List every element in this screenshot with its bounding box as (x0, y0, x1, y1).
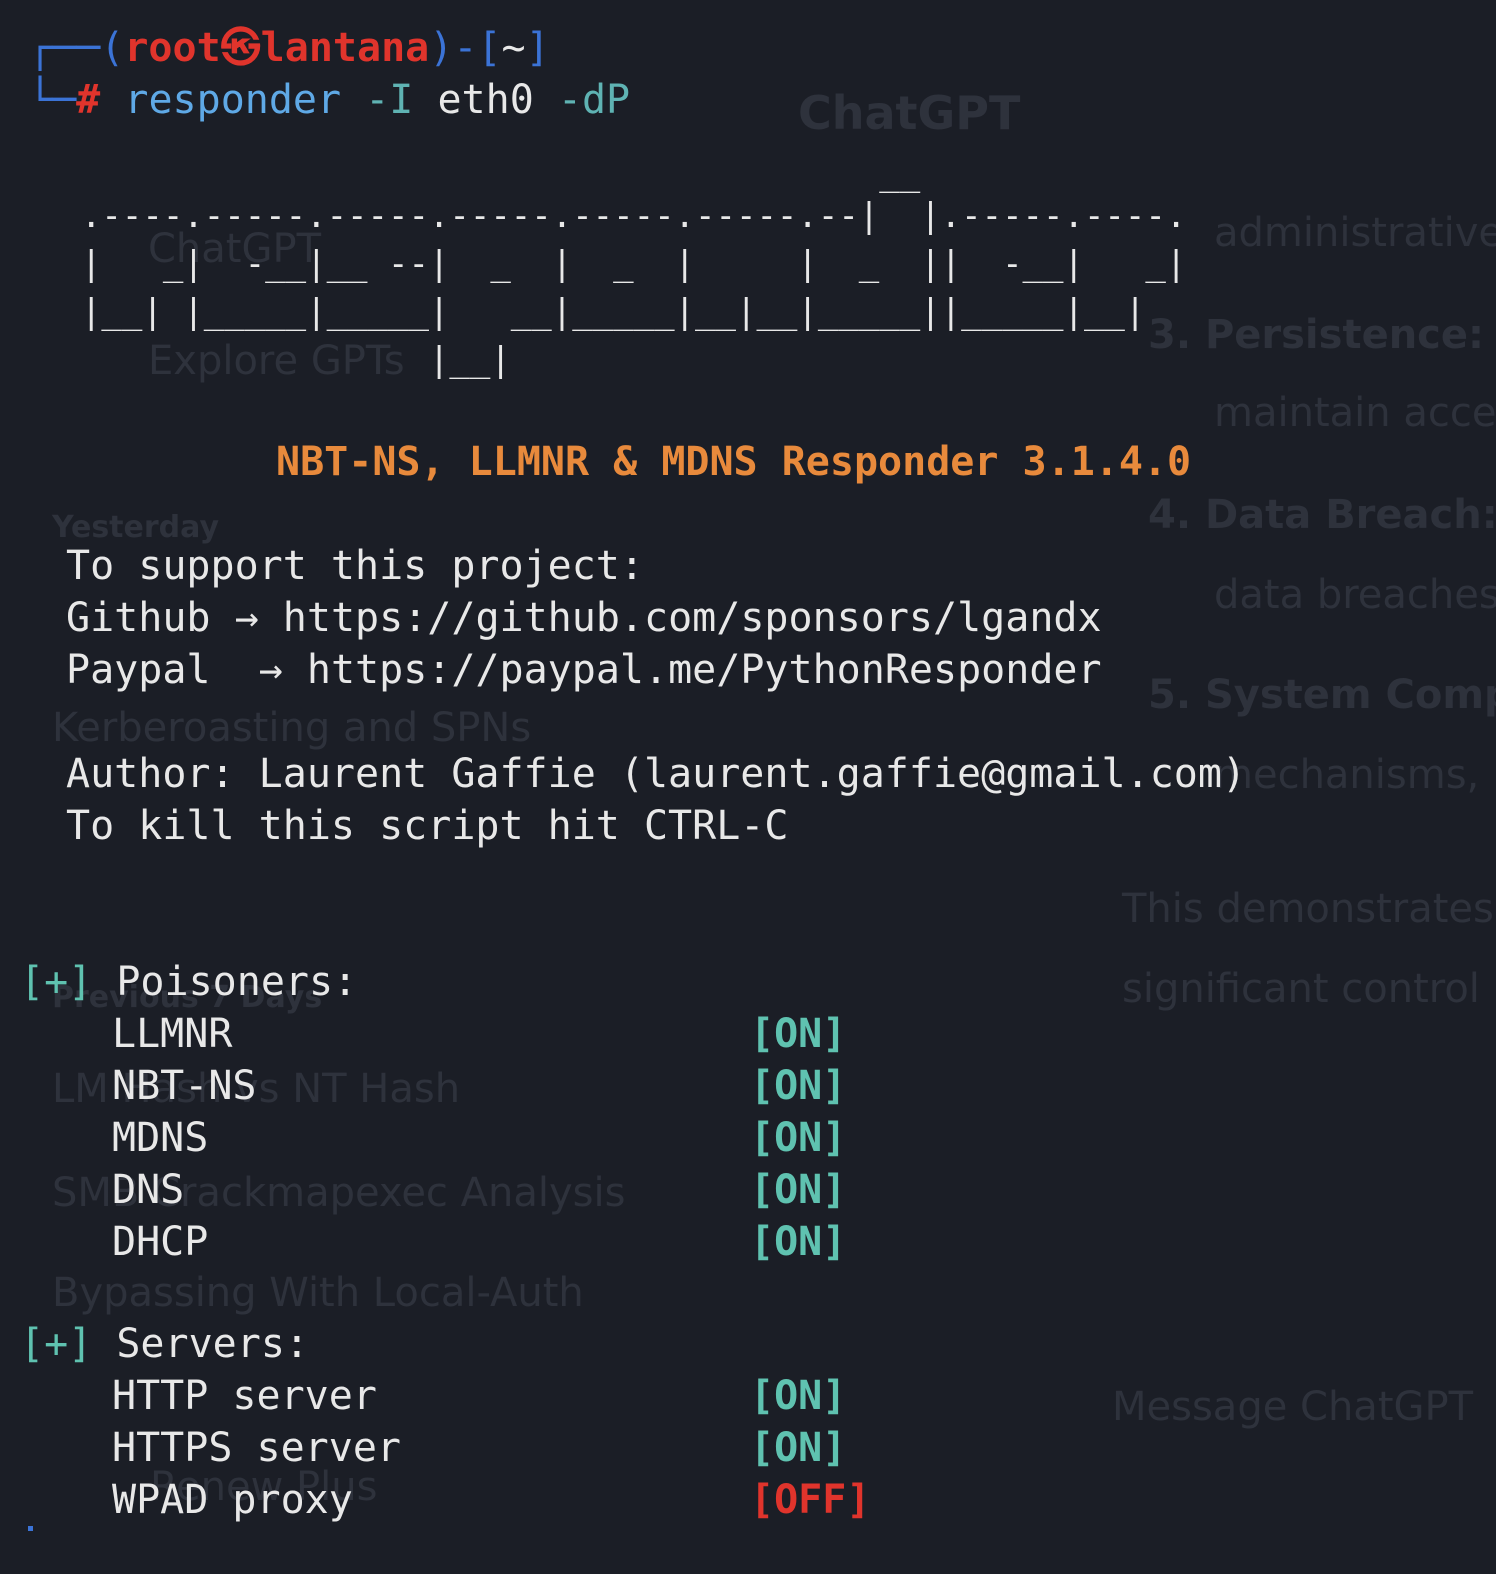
support-github-line: Github → https://github.com/sponsors/lga… (66, 592, 1102, 644)
prompt-frame-end: ] (525, 25, 550, 71)
ghost-composer-placeholder: Message ChatGPT (1112, 1384, 1474, 1430)
ghost-sidebar-item: Kerberoasting and SPNs (52, 705, 532, 751)
poisoners-header: [+] Poisoners: (20, 956, 357, 1008)
command-line: └─# responder -I eth0 -dP (28, 74, 630, 126)
github-label: Github (66, 595, 211, 641)
prompt-user-host: root㉿lantana (124, 25, 430, 71)
command-interface: eth0 (437, 77, 534, 123)
servers-header: [+] Servers: (20, 1318, 309, 1370)
prompt-corner: └─ (28, 77, 77, 123)
arrow-icon: → (258, 647, 283, 693)
ascii-line: |__| |_____|_____| __|_____|__|__|_____|… (40, 292, 1146, 332)
support-heading: To support this project: (66, 543, 644, 589)
ghost-content-line: 4. Data Breach: (1148, 492, 1496, 538)
poisoner-name: DNS (112, 1167, 185, 1213)
prompt-cwd: ~ (501, 25, 526, 71)
plus-marker: [+] (20, 959, 93, 1005)
ghost-content-line: administrative (1214, 210, 1496, 256)
server-name: WPAD proxy (112, 1477, 353, 1523)
ghost-content-line: This demonstrates (1122, 886, 1494, 932)
status-badge: [ON] (750, 1063, 847, 1109)
server-name: HTTP server (112, 1373, 377, 1419)
poisoner-name: LLMNR (112, 1011, 233, 1057)
poisoner-name: NBT-NS (112, 1063, 257, 1109)
status-badge: [ON] (750, 1425, 847, 1471)
arrow-icon: → (234, 595, 259, 641)
cursor (28, 1526, 33, 1531)
version-banner: NBT-NS, LLMNR & MDNS Responder 3.1.4.0 (276, 439, 1192, 485)
status-badge: [ON] (750, 1219, 847, 1265)
ghost-content-line: 5. System Comp (1148, 672, 1496, 718)
poisoner-name: MDNS (112, 1115, 209, 1161)
ascii-line: .----.-----.-----.-----.-----.-----.--| … (40, 196, 1187, 236)
poisoner-name: DHCP (112, 1219, 209, 1265)
prompt-frame-open: ┌──( (28, 25, 125, 71)
prompt-frame-close: )-[ (429, 25, 502, 71)
ghost-content-line: significant control (1122, 966, 1480, 1012)
command-name: responder (124, 77, 342, 123)
author-line: Author: Laurent Gaffie (laurent.gaffie@g… (66, 751, 1247, 797)
status-badge: [ON] (750, 1167, 847, 1213)
paypal-label: Paypal (66, 647, 211, 693)
support-paypal-line: Paypal → https://paypal.me/PythonRespond… (66, 644, 1102, 696)
ghost-sidebar-item: Bypassing With Local-Auth (52, 1270, 584, 1316)
kill-hint: To kill this script hit CTRL-C (66, 803, 789, 849)
status-badge: [OFF] (750, 1477, 871, 1523)
prompt-hash: # (76, 77, 101, 123)
ghost-content-line: maintain acce (1214, 390, 1496, 436)
section-title: Poisoners: (116, 959, 358, 1005)
github-url[interactable]: https://github.com/sponsors/lgandx (283, 595, 1102, 641)
status-badge: [ON] (750, 1373, 847, 1419)
terminal-window[interactable]: ChatGPT ChatGPT Explore GPTs Yesterday K… (0, 0, 1496, 1574)
command-flag: -I (365, 77, 414, 123)
paypal-url[interactable]: https://paypal.me/PythonResponder (307, 647, 1102, 693)
ghost-title: ChatGPT (798, 86, 1021, 140)
ascii-line: |__| (40, 340, 511, 380)
ghost-content-line: data breaches (1214, 572, 1496, 618)
ghost-content-line: mechanisms, (1214, 752, 1480, 798)
server-name: HTTPS server (112, 1425, 401, 1471)
section-title: Servers: (116, 1321, 309, 1367)
status-badge: [ON] (750, 1115, 847, 1161)
status-badge: [ON] (750, 1011, 847, 1057)
ascii-line: | _| -__|__ --| _ | _ | | _ || -__| _| (40, 244, 1187, 284)
ghost-content-line: 3. Persistence: E (1148, 312, 1496, 358)
command-flag: -dP (557, 77, 631, 123)
prompt-line: ┌──(root㉿lantana)-[~] (28, 22, 550, 74)
plus-marker: [+] (20, 1321, 93, 1367)
